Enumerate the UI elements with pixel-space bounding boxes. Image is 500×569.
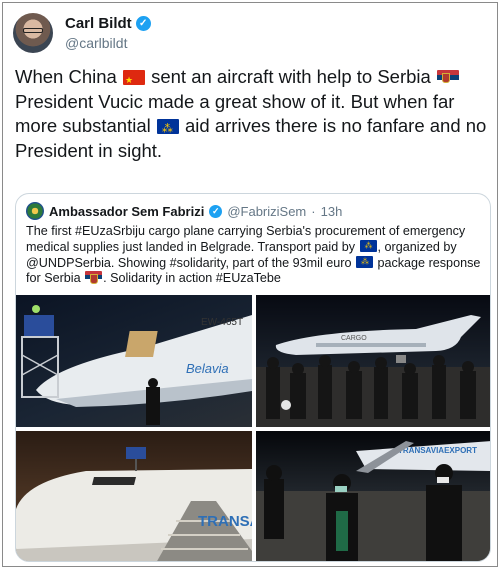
avatar-glasses (23, 28, 43, 33)
photo-grid: EW-465T Belavia CARGO TRANS TRANSAVIAEXP… (16, 295, 490, 561)
photo-press-conference-tarmac[interactable]: CARGO (256, 295, 490, 427)
flag-serbia-icon (436, 70, 459, 85)
author-handle[interactable]: @carlbildt (65, 35, 127, 51)
tweet-header: Carl Bildt ✓ @carlbildt (13, 13, 483, 57)
flag-eu-icon (156, 117, 179, 142)
flag-eu-icon (359, 238, 377, 254)
tweet-card: Carl Bildt ✓ @carlbildt When China sent … (2, 2, 498, 567)
text-segment: sent an aircraft with help to Serbia (145, 66, 436, 87)
photo-cargo-plane-unloading[interactable]: EW-465T Belavia (16, 295, 252, 427)
quoted-display-name[interactable]: Ambassador Sem Fabrizi (49, 204, 204, 219)
quoted-tweet[interactable]: Ambassador Sem Fabrizi ✓ @FabriziSem · 1… (15, 193, 491, 562)
author-display-name[interactable]: Carl Bildt (65, 15, 132, 32)
photo-2-plane-text: CARGO (341, 335, 367, 342)
text-segment: . Solidarity in action #EUzaTebe (103, 271, 281, 286)
flag-eu-icon (355, 254, 373, 269)
quoted-text: The first #EUzaSrbiju cargo plane carryi… (26, 224, 482, 287)
verified-badge-icon: ✓ (135, 16, 151, 31)
text-segment: When China (15, 66, 122, 87)
verified-badge-icon: ✓ (209, 204, 223, 218)
photo-3-livery: TRANSA (198, 513, 252, 530)
photo-officials-walking[interactable]: TRANSAVIAEXPORT (256, 431, 490, 561)
quoted-avatar[interactable] (26, 202, 44, 220)
photo-plane-nose[interactable]: TRANSA (16, 431, 252, 561)
avatar[interactable] (13, 13, 53, 53)
photo-1-livery: Belavia (186, 361, 229, 376)
author-name-row: Carl Bildt ✓ (65, 15, 151, 32)
quoted-header: Ambassador Sem Fabrizi ✓ @FabriziSem · 1… (26, 202, 342, 220)
quoted-handle[interactable]: @FabriziSem (227, 204, 306, 219)
separator-dot: · (311, 203, 316, 219)
quoted-timestamp[interactable]: 13h (321, 204, 343, 219)
photo-1-plane-registration: EW-465T (201, 317, 243, 328)
flag-china-icon (122, 68, 145, 93)
flag-serbia-icon (85, 271, 103, 285)
photo-4-livery: TRANSAVIAEXPORT (398, 446, 477, 455)
tweet-text: When China sent an aircraft with help to… (15, 65, 489, 163)
